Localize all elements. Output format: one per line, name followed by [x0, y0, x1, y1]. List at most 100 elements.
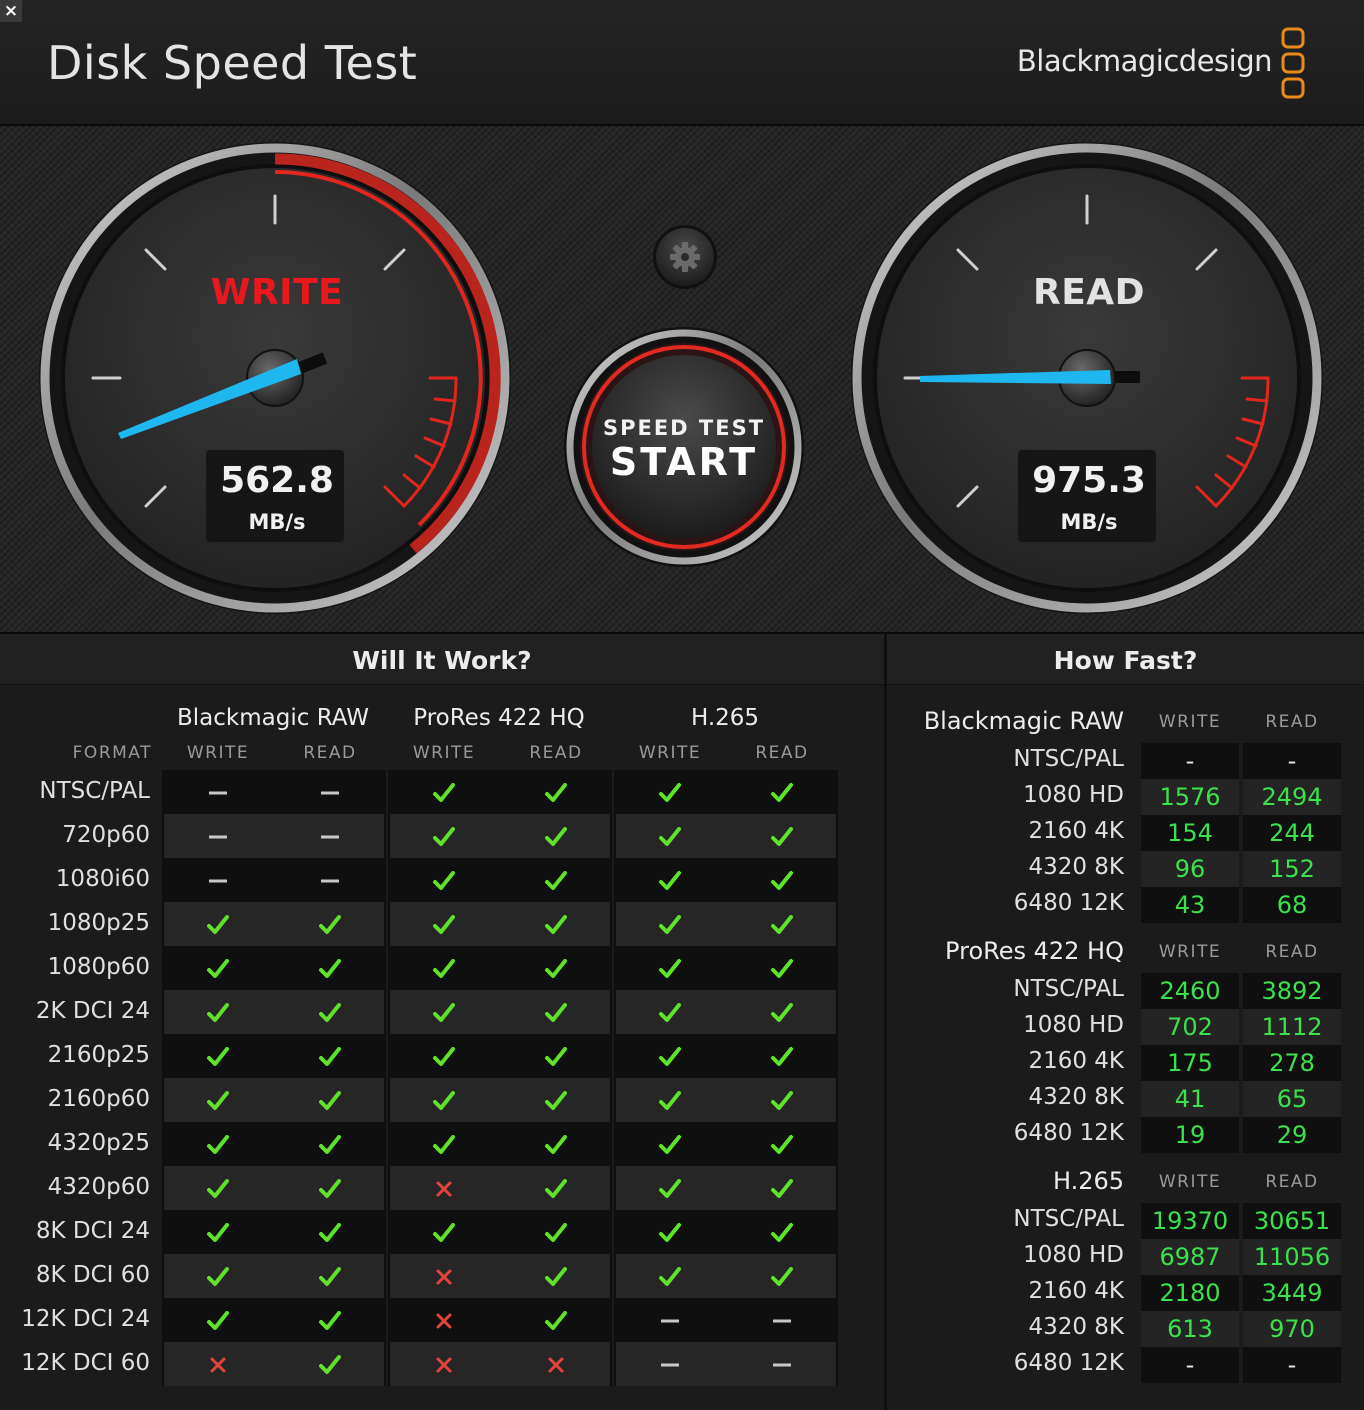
read-fps-value: 3449: [1261, 1279, 1323, 1307]
write-column-header: WRITE: [638, 743, 702, 763]
compat-check-cell: [614, 902, 726, 946]
format-label: 1080i60: [55, 866, 150, 892]
compat-check-cell: [274, 1166, 386, 1210]
write-speed-unit: MB/s: [248, 510, 306, 534]
write-gauge: [39, 142, 511, 614]
app-header: × Disk Speed Test Blackmagicdesign: [0, 0, 1364, 126]
check-icon: [545, 782, 567, 802]
compat-check-cell: [726, 990, 838, 1034]
write-fps-value: 41: [1174, 1085, 1206, 1113]
format-label: NTSC/PAL: [1013, 1206, 1124, 1232]
check-icon: [319, 1002, 341, 1022]
codec-section-title: Blackmagic RAW: [923, 707, 1124, 735]
format-label: 1080 HD: [1023, 782, 1124, 808]
compat-check-cell: [388, 990, 500, 1034]
start-button-subtitle: SPEED TEST: [602, 416, 766, 440]
compat-check-cell: [388, 858, 500, 902]
check-icon: [319, 1266, 341, 1286]
how-fast-header: How Fast?: [887, 634, 1364, 685]
check-icon: [545, 1002, 567, 1022]
compat-check-cell: [614, 946, 726, 990]
compat-check-cell: [388, 814, 500, 858]
check-icon: [207, 1178, 229, 1198]
write-speed-value: 562.8: [220, 460, 334, 501]
dash-icon: [773, 1363, 791, 1366]
read-fps-value: 244: [1269, 819, 1315, 847]
compat-cross-cell: [500, 1342, 612, 1386]
check-icon: [433, 1002, 455, 1022]
settings-button[interactable]: [651, 223, 719, 291]
check-icon: [545, 1090, 567, 1110]
write-gauge-label: WRITE: [210, 272, 344, 313]
compat-check-cell: [726, 1210, 838, 1254]
compat-check-cell: [500, 990, 612, 1034]
check-icon: [659, 826, 681, 846]
format-label: 720p60: [62, 822, 150, 848]
compat-check-cell: [388, 902, 500, 946]
check-icon: [771, 826, 793, 846]
write-column-header: WRITE: [1158, 942, 1222, 962]
write-fps-value: 96: [1174, 855, 1206, 883]
check-icon: [433, 1222, 455, 1242]
compat-check-cell: [274, 1342, 386, 1386]
write-fps-value: 702: [1167, 1013, 1213, 1041]
read-fps-value: 11056: [1253, 1243, 1331, 1271]
compat-check-cell: [162, 1166, 274, 1210]
check-icon: [545, 1178, 567, 1198]
check-icon: [433, 826, 455, 846]
compat-check-cell: [614, 1078, 726, 1122]
compat-check-cell: [726, 1034, 838, 1078]
check-icon: [207, 1002, 229, 1022]
compat-check-cell: [388, 770, 500, 814]
check-icon: [545, 1310, 567, 1330]
check-icon: [545, 1134, 567, 1154]
compat-check-cell: [500, 1166, 612, 1210]
check-icon: [207, 1090, 229, 1110]
compat-check-cell: [162, 1210, 274, 1254]
read-column-header: READ: [1265, 1172, 1319, 1192]
compat-check-cell: [614, 1210, 726, 1254]
dash-icon: [321, 879, 339, 882]
cross-icon: [436, 1181, 452, 1196]
check-icon: [545, 826, 567, 846]
check-icon: [319, 1222, 341, 1242]
compat-check-cell: [274, 1210, 386, 1254]
read-speed-value: 975.3: [1032, 460, 1146, 501]
write-fps-value: 1576: [1159, 783, 1221, 811]
read-fps-value: -: [1287, 1351, 1297, 1379]
compat-check-cell: [614, 814, 726, 858]
read-fps-value: 970: [1269, 1315, 1315, 1343]
group-header: ProRes 422 HQ: [413, 705, 585, 731]
check-icon: [319, 1134, 341, 1154]
check-icon: [659, 1002, 681, 1022]
close-icon[interactable]: ×: [0, 0, 22, 22]
check-icon: [545, 1266, 567, 1286]
check-icon: [771, 870, 793, 890]
compat-check-cell: [500, 1078, 612, 1122]
brand-name: Blackmagicdesign: [1016, 44, 1273, 78]
write-fps-value: -: [1185, 1351, 1195, 1379]
compat-check-cell: [162, 990, 274, 1034]
format-label: 4320p25: [47, 1130, 150, 1156]
compat-check-cell: [500, 1254, 612, 1298]
read-column-header: READ: [303, 743, 357, 763]
check-icon: [433, 958, 455, 978]
compat-dash-cell: [274, 770, 386, 814]
check-icon: [545, 958, 567, 978]
format-label: 2K DCI 24: [35, 998, 150, 1024]
codec-section-title: H.265: [1052, 1167, 1124, 1195]
read-fps-value: 68: [1276, 891, 1308, 919]
write-fps-value: 6987: [1159, 1243, 1221, 1271]
check-icon: [207, 1134, 229, 1154]
compat-dash-cell: [726, 1298, 838, 1342]
read-gauge: [851, 142, 1323, 614]
compat-cross-cell: [388, 1342, 500, 1386]
write-column-header: WRITE: [1158, 1172, 1222, 1192]
read-gauge-label: READ: [1032, 272, 1146, 313]
dash-icon: [661, 1319, 679, 1322]
start-button-label: START: [609, 440, 759, 484]
compat-dash-cell: [614, 1342, 726, 1386]
check-icon: [659, 1046, 681, 1066]
compat-check-cell: [500, 1122, 612, 1166]
compat-cross-cell: [388, 1166, 500, 1210]
